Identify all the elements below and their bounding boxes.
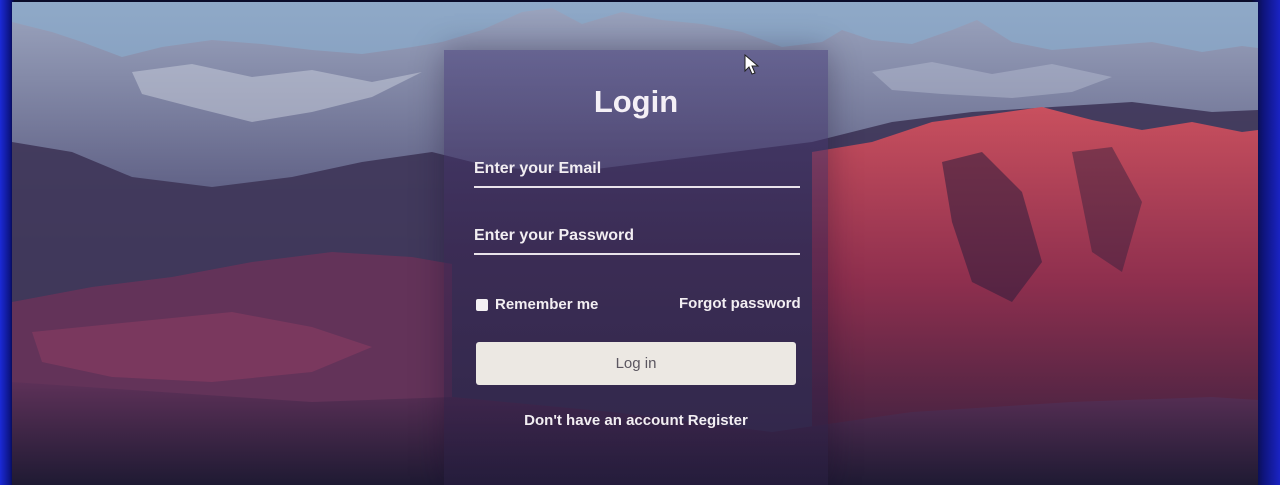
register-prompt: Don't have an account xyxy=(524,412,684,429)
register-link[interactable]: Register xyxy=(688,412,748,429)
register-line: Don't have an account Register xyxy=(444,412,828,429)
password-input[interactable] xyxy=(474,225,800,255)
email-input[interactable] xyxy=(474,158,800,188)
screen: Login Remember me Forgot password Log in… xyxy=(12,2,1258,485)
login-title: Login xyxy=(593,84,679,119)
remember-me-checkbox[interactable] xyxy=(476,298,488,311)
email-field-wrapper xyxy=(474,158,800,188)
mouse-cursor-icon xyxy=(744,54,760,75)
login-button[interactable]: Log in xyxy=(476,342,796,385)
remember-me-label: Remember me xyxy=(495,296,599,313)
login-card: Login Remember me Forgot password Log in… xyxy=(444,50,828,485)
forgot-password-link[interactable]: Forgot password xyxy=(679,295,801,312)
password-field-wrapper xyxy=(474,225,800,255)
remember-me[interactable]: Remember me xyxy=(476,296,598,313)
